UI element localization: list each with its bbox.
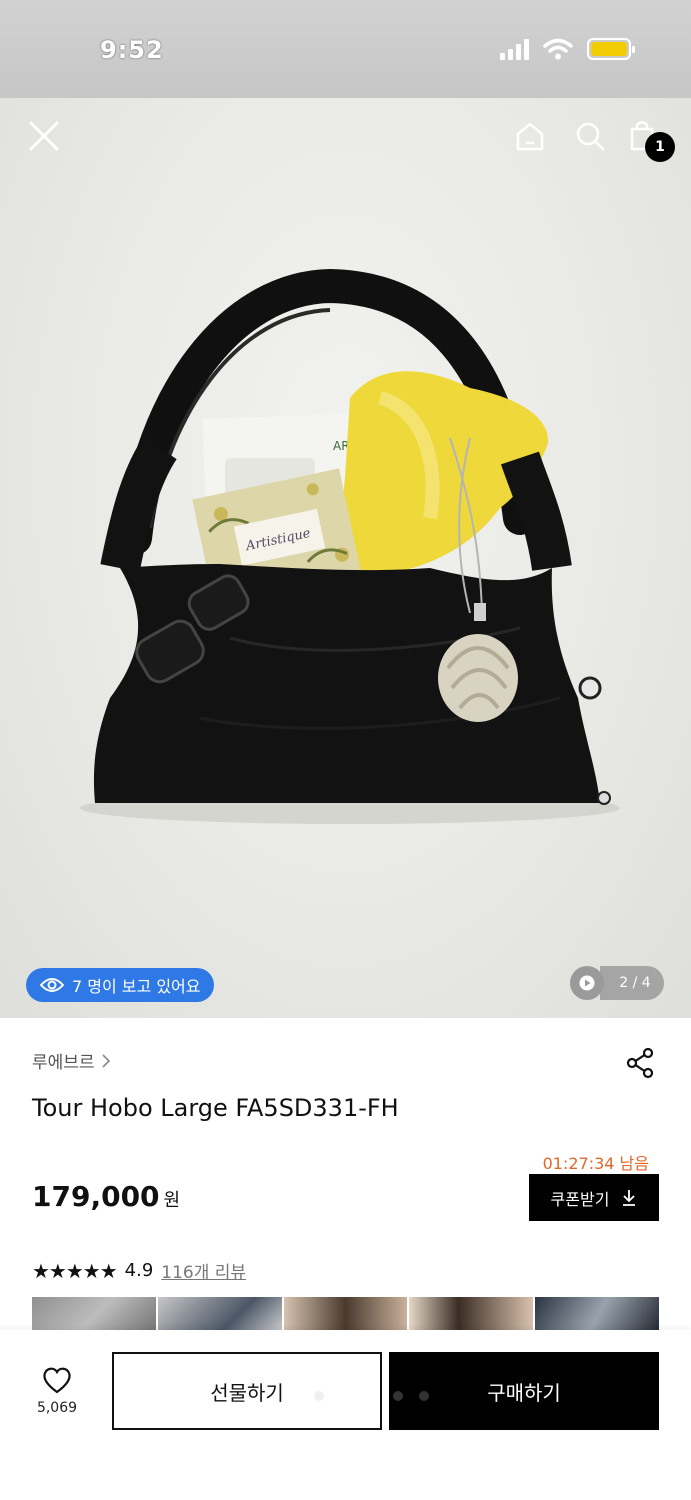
- status-icons: [500, 38, 635, 60]
- price-currency: 원: [163, 1190, 181, 1211]
- rating-row: ★★★★★ 4.9 116개 리뷰: [32, 1258, 246, 1284]
- cart-count-badge: 1: [645, 132, 675, 162]
- signal-icon: [500, 38, 529, 60]
- chevron-right-icon: [101, 1053, 110, 1068]
- review-thumbnail[interactable]: [157, 1297, 282, 1330]
- heart-icon: [43, 1367, 71, 1394]
- close-icon: [29, 121, 59, 151]
- viewer-count-badge: 7 명이 보고 있어요: [26, 968, 215, 1002]
- like-button[interactable]: 5,069: [22, 1366, 92, 1416]
- review-thumbnail[interactable]: [409, 1297, 534, 1330]
- review-thumbnail[interactable]: [283, 1297, 408, 1330]
- close-button[interactable]: [24, 116, 64, 156]
- viewer-count-text: 7 명이 보고 있어요: [72, 977, 201, 996]
- play-button[interactable]: [570, 966, 604, 1000]
- share-button[interactable]: [624, 1046, 658, 1080]
- gift-button[interactable]: 선물하기: [112, 1352, 382, 1430]
- coupon-countdown: 01:27:34 남음: [542, 1154, 649, 1173]
- brand-link[interactable]: 루에브르: [32, 1048, 111, 1073]
- home-button[interactable]: [510, 116, 550, 156]
- status-time: 9:52: [100, 36, 164, 64]
- product-photo: ARO Artistique: [80, 268, 620, 824]
- brand-name: 루에브르: [32, 1053, 95, 1073]
- wifi-icon: [543, 38, 573, 60]
- coupon-label: 쿠폰받기: [550, 1189, 610, 1209]
- eye-icon: [40, 978, 64, 992]
- home-icon: [516, 122, 544, 151]
- review-thumbnail[interactable]: [32, 1297, 156, 1330]
- status-bar: 9:52: [0, 0, 691, 98]
- buy-label: 구매하기: [487, 1380, 561, 1405]
- star-rating-icon: ★★★★★: [32, 1258, 118, 1283]
- search-icon: [576, 122, 605, 151]
- coupon-download-button[interactable]: 쿠폰받기: [529, 1174, 659, 1221]
- bottom-action-bar: 5,069 선물하기 구매하기: [0, 1330, 691, 1500]
- product-title: Tour Hobo Large FA5SD331-FH: [32, 1094, 399, 1122]
- buy-button[interactable]: 구매하기: [389, 1352, 659, 1430]
- price-value: 179,000: [32, 1180, 160, 1213]
- product-info: 루에브르 Tour Hobo Large FA5SD331-FH 01:27:3…: [0, 1018, 691, 1330]
- battery-icon: [587, 38, 635, 60]
- overlay-dot: [419, 1391, 429, 1401]
- product-price: 179,000 원: [32, 1180, 180, 1213]
- review-thumbnail[interactable]: [535, 1297, 659, 1330]
- search-button[interactable]: [570, 116, 610, 156]
- download-icon: [623, 1189, 636, 1206]
- product-image-carousel[interactable]: ARO Artistique 1 7 명이 보고 있어요 2 / 4: [0, 98, 691, 1018]
- overlay-dot: [393, 1391, 403, 1401]
- gift-label: 선물하기: [210, 1380, 284, 1405]
- image-page-indicator: 2 / 4: [600, 966, 664, 1000]
- overlay-dot: [314, 1391, 324, 1401]
- play-icon: [579, 975, 595, 991]
- review-photo-strip: [32, 1297, 659, 1330]
- top-navigation: 1: [0, 98, 691, 178]
- rating-value: 4.9: [124, 1260, 154, 1281]
- like-count: 5,069: [36, 1400, 78, 1416]
- review-count-link[interactable]: 116개 리뷰: [161, 1258, 246, 1283]
- share-icon: [626, 1047, 654, 1079]
